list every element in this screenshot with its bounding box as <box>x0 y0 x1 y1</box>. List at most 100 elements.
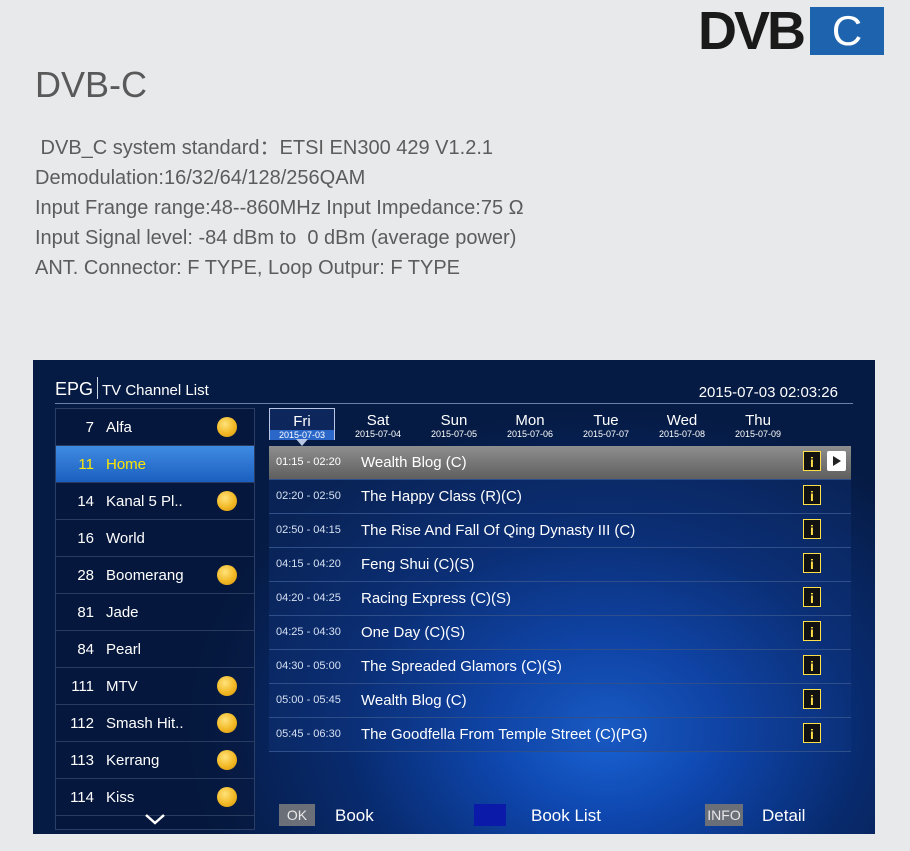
spec-line: Input Frange range:48--860MHz Input Impe… <box>35 197 524 219</box>
day-date: 2015-07-09 <box>734 429 782 439</box>
channel-row[interactable]: 28 Boomerang <box>56 557 254 594</box>
coin-icon <box>217 713 237 733</box>
day-tab[interactable]: Wed 2015-07-08 <box>649 408 715 440</box>
blue-key[interactable] <box>474 804 506 826</box>
day-name: Thu <box>745 412 771 429</box>
program-title: One Day (C)(S) <box>361 624 466 641</box>
day-name: Wed <box>666 412 698 429</box>
day-tab[interactable]: Mon 2015-07-06 <box>497 408 563 440</box>
logo-dvb-text: DVB <box>698 1 806 61</box>
program-time: 04:30 - 05:00 <box>276 660 341 672</box>
page-title: DVB-C <box>35 64 148 105</box>
program-title: The Goodfella From Temple Street (C)(PG) <box>361 726 648 743</box>
program-title: Feng Shui (C)(S) <box>361 556 475 573</box>
channel-number: 16 <box>77 530 94 547</box>
day-date: 2015-07-03 <box>270 430 334 440</box>
channel-number: 7 <box>85 419 94 436</box>
header-divider <box>97 377 99 399</box>
program-time: 02:20 - 02:50 <box>276 490 341 502</box>
channel-list-label: TV Channel List <box>102 382 209 399</box>
spec-list: DVB_C system standard：ETSI EN300 429 V1.… <box>35 133 524 283</box>
program-time: 05:45 - 06:30 <box>276 728 341 740</box>
channel-row[interactable]: 14 Kanal 5 Pl.. <box>56 483 254 520</box>
program-time: 02:50 - 04:15 <box>276 524 341 536</box>
info-icon[interactable]: i <box>803 689 821 709</box>
spec-line: Demodulation:16/32/64/128/256QAM <box>35 167 366 189</box>
channel-name: Boomerang <box>106 567 184 584</box>
day-date: 2015-07-07 <box>582 429 630 439</box>
tv-screen: EPG TV Channel List 2015-07-03 02:03:26 7… <box>33 360 875 834</box>
program-title: The Happy Class (R)(C) <box>361 488 522 505</box>
program-row[interactable]: 02:20 - 02:50 The Happy Class (R)(C) i <box>269 480 851 514</box>
book-list-label: Book List <box>531 806 601 825</box>
day-tab[interactable]: Fri 2015-07-03 <box>269 408 335 446</box>
day-date: 2015-07-04 <box>354 429 402 439</box>
program-list: 01:15 - 02:20 Wealth Blog (C) i 02:20 - 02:… <box>269 446 851 752</box>
day-name: Sat <box>366 412 390 429</box>
channel-list[interactable]: 7 Alfa 11 Home 14 Kanal 5 Pl.. 16 World 28 Boomer… <box>55 408 255 830</box>
program-row[interactable]: 05:45 - 06:30 The Goodfella From Temple S… <box>269 718 851 752</box>
day-name: Tue <box>593 412 619 429</box>
dvb-c-logo: DVB C <box>698 3 886 59</box>
epg-header: EPG TV Channel List <box>55 377 209 400</box>
day-tab[interactable]: Sun 2015-07-05 <box>421 408 487 440</box>
channel-row[interactable]: 111 MTV <box>56 668 254 705</box>
info-key[interactable]: INFO <box>705 804 743 826</box>
channel-name: Home <box>106 456 147 473</box>
program-time: 05:00 - 05:45 <box>276 694 341 706</box>
channel-number: 111 <box>71 678 94 695</box>
channel-name: Kanal 5 Pl.. <box>106 493 183 510</box>
program-time: 04:25 - 04:30 <box>276 626 341 638</box>
info-icon[interactable]: i <box>803 655 821 675</box>
epg-label: EPG <box>55 379 94 399</box>
coin-icon <box>217 565 237 585</box>
day-name: Sun <box>440 412 468 429</box>
channel-row[interactable]: 81 Jade <box>56 594 254 631</box>
channel-number: 81 <box>77 604 94 621</box>
channel-row[interactable]: 113 Kerrang <box>56 742 254 779</box>
program-time: 04:20 - 04:25 <box>276 592 341 604</box>
channel-row[interactable]: 84 Pearl <box>56 631 254 668</box>
program-title: The Spreaded Glamors (C)(S) <box>361 658 562 675</box>
channel-row[interactable]: 11 Home <box>56 446 254 483</box>
program-row[interactable]: 04:15 - 04:20 Feng Shui (C)(S) i <box>269 548 851 582</box>
channel-name: Kerrang <box>106 752 160 769</box>
spec-line: Input Signal level: -84 dBm to 0 dBm (av… <box>35 227 517 249</box>
logo-c-box: C <box>810 7 884 55</box>
info-icon[interactable]: i <box>803 519 821 539</box>
program-row[interactable]: 04:20 - 04:25 Racing Express (C)(S) i <box>269 582 851 616</box>
program-title: Wealth Blog (C) <box>361 692 467 709</box>
day-tab[interactable]: Thu 2015-07-09 <box>725 408 791 440</box>
info-icon[interactable]: i <box>803 587 821 607</box>
info-icon[interactable]: i <box>803 621 821 641</box>
program-row[interactable]: 02:50 - 04:15 The Rise And Fall Of Qing D… <box>269 514 851 548</box>
day-tab[interactable]: Sat 2015-07-04 <box>345 408 411 440</box>
program-title: Racing Express (C)(S) <box>361 590 512 607</box>
program-row[interactable]: 01:15 - 02:20 Wealth Blog (C) i <box>269 446 851 480</box>
program-title: The Rise And Fall Of Qing Dynasty III (C… <box>361 522 636 539</box>
info-icon[interactable]: i <box>803 723 821 743</box>
info-icon[interactable]: i <box>803 451 821 471</box>
program-row[interactable]: 04:25 - 04:30 One Day (C)(S) i <box>269 616 851 650</box>
channel-number: 28 <box>77 567 94 584</box>
info-icon[interactable]: i <box>803 485 821 505</box>
info-icon[interactable]: i <box>803 553 821 573</box>
channel-number: 84 <box>77 641 94 658</box>
channel-number: 11 <box>78 456 94 473</box>
ok-key[interactable]: OK <box>279 804 315 826</box>
channel-row[interactable]: 7 Alfa <box>56 409 254 446</box>
channel-row[interactable]: 112 Smash Hit.. <box>56 705 254 742</box>
day-tabs: Fri 2015-07-03 Sat 2015-07-04 Sun 2015-07-05 M… <box>269 408 819 446</box>
day-name: Mon <box>515 412 545 429</box>
channel-name: Alfa <box>106 419 132 436</box>
play-icon[interactable] <box>827 451 846 471</box>
day-name: Fri <box>293 413 311 430</box>
header-rule <box>55 403 853 404</box>
program-row[interactable]: 05:00 - 05:45 Wealth Blog (C) i <box>269 684 851 718</box>
channel-number: 113 <box>70 752 94 769</box>
coin-icon <box>217 417 237 437</box>
program-row[interactable]: 04:30 - 05:00 The Spreaded Glamors (C)(S)… <box>269 650 851 684</box>
day-tab[interactable]: Tue 2015-07-07 <box>573 408 639 440</box>
channel-row[interactable]: 16 World <box>56 520 254 557</box>
program-time: 01:15 - 02:20 <box>276 456 341 468</box>
